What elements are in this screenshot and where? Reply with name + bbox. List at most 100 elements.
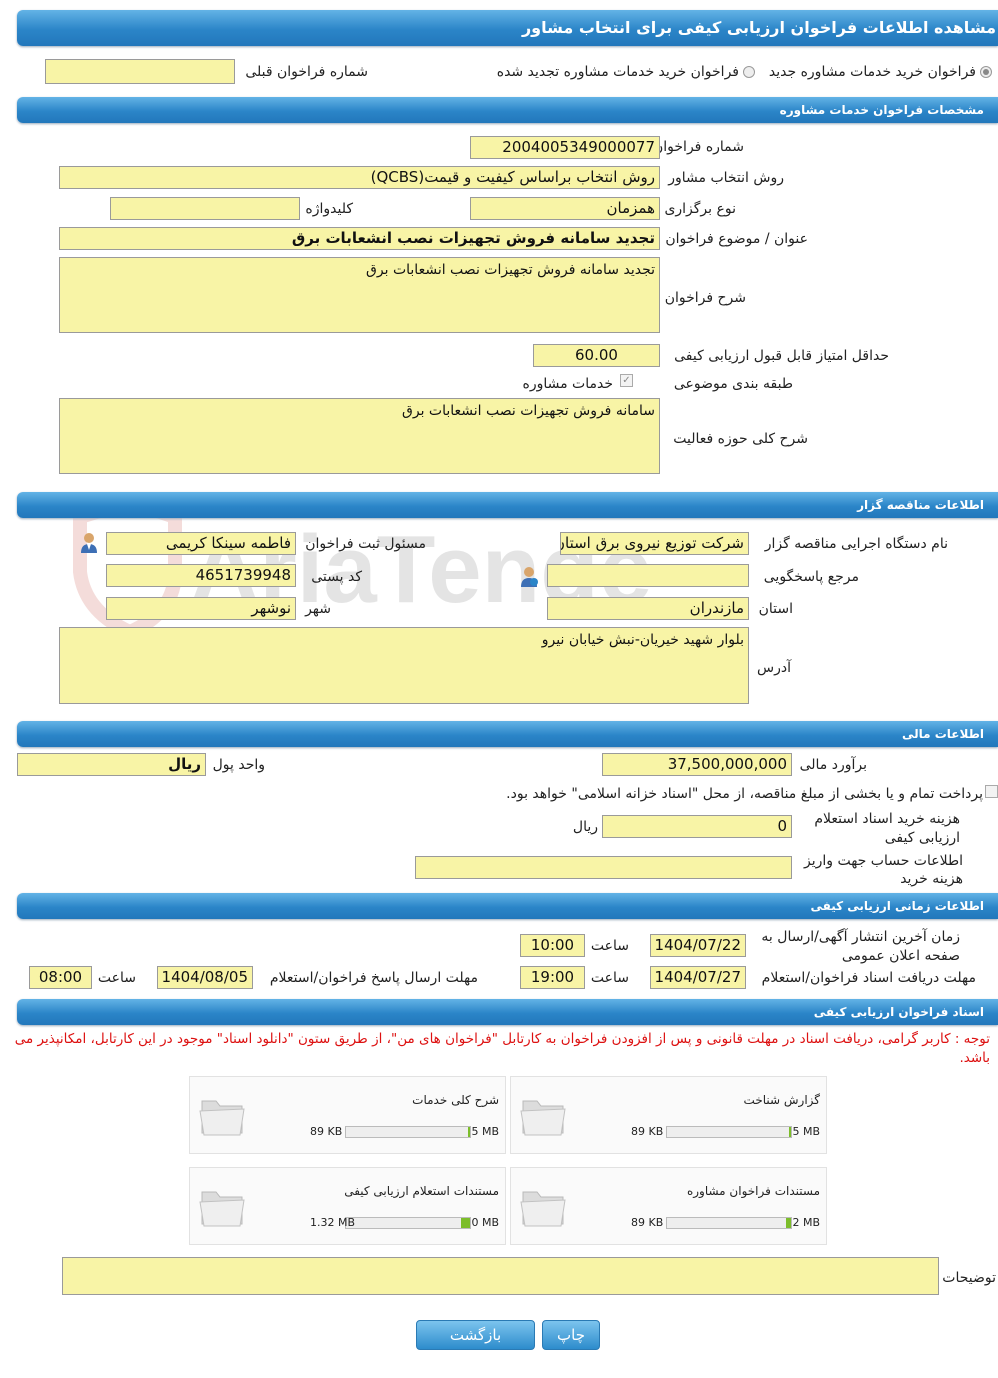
radio-new-consulting[interactable] (980, 66, 992, 78)
subject-label: عنوان / موضوع فراخوان (665, 231, 808, 247)
file-max-size: 5 MB (471, 1125, 499, 1138)
scope-field[interactable]: سامانه فروش تجهیزات نصب انشعابات برق (59, 398, 660, 474)
file-max-size: 2 MB (792, 1216, 820, 1229)
address-label: آدرس (757, 660, 791, 676)
scope-label: شرح کلی حوزه فعالیت (673, 431, 808, 447)
min-score-field[interactable]: 60.00 (533, 344, 660, 367)
city-label: شهر (305, 601, 331, 617)
file-name: مستندات فراخوان مشاوره (686, 1184, 820, 1198)
file-size: 89 KB (631, 1216, 664, 1229)
reference-label: مرجع پاسخگویی (763, 569, 859, 585)
receive-time-label: ساعت (590, 970, 629, 986)
page-title: مشاهده اطلاعات فراخوان ارزیابی کیفی برای… (521, 18, 996, 37)
submit-deadline-label: مهلت ارسال پاسخ فراخوان/استعلام (269, 970, 478, 986)
folder-icon (520, 1100, 566, 1136)
min-score-label: حداقل امتیاز قابل قبول ارزیابی کیفی (674, 348, 889, 364)
file-item[interactable]: گزارش شناخت 5 MB 89 KB (510, 1076, 827, 1154)
postal-code-field[interactable]: 4651739948 (106, 564, 296, 587)
section-title: اطلاعات مالی (901, 727, 984, 741)
submit-time-field[interactable]: 08:00 (29, 966, 92, 989)
radio-renewed-label: فراخوان خرید خدمات مشاوره تجدید شده (496, 64, 739, 80)
currency-field[interactable]: ریال (17, 753, 206, 776)
method-field[interactable]: روش انتخاب براساس کیفیت و قیمت(QCBS) (59, 166, 660, 189)
receive-date-field[interactable]: 1404/07/27 (650, 966, 746, 989)
description-field[interactable]: تجدید سامانه فروش تجهیزات نصب انشعابات ب… (59, 257, 660, 333)
docs-note: توجه : کاربر گرامی، دریافت اسناد در مهلت… (14, 1031, 990, 1066)
user-icon[interactable] (79, 532, 99, 554)
subject-field[interactable]: تجدید سامانه فروش تجهیزات نصب انشعابات ب… (59, 227, 660, 250)
comments-label: توضیحات (942, 1270, 996, 1286)
receive-deadline-label: مهلت دریافت اسناد فراخوان/استعلام (761, 970, 976, 986)
submit-date-field[interactable]: 1404/08/05 (157, 966, 253, 989)
file-max-size: 5 MB (792, 1125, 820, 1138)
receive-time-field[interactable]: 19:00 (520, 966, 585, 989)
publish-date-field[interactable]: 1404/07/22 (650, 934, 746, 957)
publish-time-field[interactable]: 10:00 (520, 934, 585, 957)
currency-label: واحد پول (212, 757, 265, 773)
account-field[interactable] (415, 856, 792, 879)
print-button[interactable]: چاپ (542, 1320, 600, 1350)
method-label: روش انتخاب مشاور (668, 170, 784, 186)
section-header-docs: اسناد فراخوان ارزیابی کیفی (17, 999, 998, 1025)
treasury-checkbox[interactable] (985, 785, 998, 798)
file-name: گزارش شناخت (743, 1093, 820, 1107)
reference-field[interactable] (547, 564, 749, 587)
province-field[interactable]: مازندران (547, 597, 749, 620)
account-label: اطلاعات حساب جهت واریز هزینه خرید (803, 853, 963, 887)
file-item[interactable]: مستندات فراخوان مشاوره 2 MB 89 KB (510, 1167, 827, 1245)
section-title: مشخصات فراخوان خدمات مشاوره (779, 103, 984, 117)
section-header-tender: اطلاعات مناقصه گزار (17, 492, 998, 518)
file-name: مستندات استعلام ارزیابی کیفی (344, 1184, 499, 1198)
file-size-bar (345, 1217, 471, 1229)
number-label: شماره فراخوان (653, 139, 744, 155)
folder-icon (520, 1191, 566, 1227)
file-size: 89 KB (310, 1125, 343, 1138)
responsible-label: مسئول ثبت فراخوان (305, 536, 426, 552)
section-title: اسناد فراخوان ارزیابی کیفی (813, 1005, 984, 1019)
radio-new-label: فراخوان خرید خدمات مشاوره جدید (768, 64, 976, 80)
holding-type-label: نوع برگزاری (664, 201, 736, 217)
keyword-field[interactable] (110, 197, 300, 220)
city-field[interactable]: نوشهر (106, 597, 296, 620)
category-value: خدمات مشاوره (522, 376, 613, 392)
estimate-field[interactable]: 37,500,000,000 (602, 753, 792, 776)
file-item[interactable]: شرح کلی خدمات 5 MB 89 KB (189, 1076, 506, 1154)
doc-fee-field[interactable]: 0 (602, 815, 792, 838)
file-size: 1.32 MB (310, 1216, 356, 1229)
file-item[interactable]: مستندات استعلام ارزیابی کیفی 20 MB 1.32 … (189, 1167, 506, 1245)
keyword-label: کلیدواژه (305, 201, 353, 217)
estimate-label: برآورد مالی (799, 757, 867, 773)
org-label: نام دستگاه اجرایی مناقصه گزار (764, 536, 948, 552)
section-title: اطلاعات مناقصه گزار (857, 498, 984, 512)
postal-code-label: کد پستی (311, 569, 362, 585)
section-title: اطلاعات زمانی ارزیابی کیفی (810, 899, 984, 913)
doc-fee-label: هزینه خرید اسناد استعلام ارزیابی کیفی (814, 811, 960, 846)
section-header-timing: اطلاعات زمانی ارزیابی کیفی (17, 893, 998, 919)
file-size: 89 KB (631, 1125, 664, 1138)
file-size-bar (666, 1217, 792, 1229)
file-size-bar (666, 1126, 792, 1138)
folder-icon (199, 1100, 245, 1136)
section-header-spec: مشخصات فراخوان خدمات مشاوره (17, 97, 998, 123)
number-field[interactable]: 2004005349000077 (470, 136, 660, 159)
radio-renewed-consulting[interactable] (743, 66, 755, 78)
back-button[interactable]: بازگشت (416, 1320, 535, 1350)
category-checkbox[interactable]: ✓ (620, 374, 633, 387)
user-icon[interactable] (519, 566, 539, 588)
folder-icon (199, 1191, 245, 1227)
responsible-field[interactable]: فاطمه سینکا کریمی (106, 532, 296, 555)
org-field[interactable]: شرکت توزیع نیروی برق استان مازندران (560, 532, 749, 555)
category-label: طبقه بندی موضوعی (673, 376, 793, 392)
publish-label: زمان آخرین انتشار آگهی/ارسال به صفحه اعل… (761, 929, 960, 964)
description-label: شرح فراخوان (664, 290, 746, 306)
holding-type-field[interactable]: همزمان (470, 197, 660, 220)
doc-fee-unit: ریال (572, 819, 598, 835)
prev-number-label: شماره فراخوان قبلی (245, 64, 368, 80)
province-label: استان (758, 601, 793, 617)
publish-time-label: ساعت (590, 938, 629, 954)
address-field[interactable]: بلوار شهید خیریان-نبش خیابان نیرو (59, 627, 749, 704)
comments-field[interactable] (62, 1257, 939, 1295)
prev-number-field[interactable] (45, 59, 235, 84)
submit-time-label: ساعت (97, 970, 136, 986)
page-title-bar: مشاهده اطلاعات فراخوان ارزیابی کیفی برای… (17, 10, 998, 46)
